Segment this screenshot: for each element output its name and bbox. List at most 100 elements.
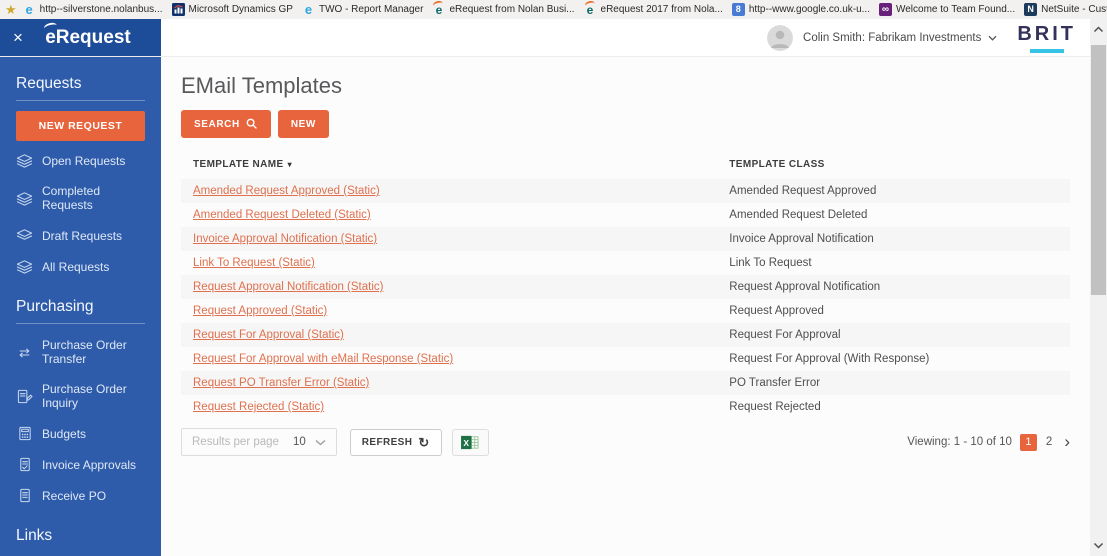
- main-content: EMail Templates SEARCH NEW TEMPLATE NAME…: [161, 57, 1090, 556]
- table-row: Invoice Approval Notification (Static) I…: [181, 227, 1070, 251]
- action-row: SEARCH NEW: [181, 110, 1070, 138]
- table-row: Request Approved (Static) Request Approv…: [181, 299, 1070, 323]
- bookmark-label: eRequest from Nolan Busi...: [449, 4, 574, 15]
- sort-descending-icon: ▾: [288, 160, 292, 169]
- pagination: Viewing: 1 - 10 of 10 1 2 ›: [907, 434, 1070, 451]
- results-per-page-control: Results per page 10: [181, 428, 337, 456]
- netsuite-icon: N: [1024, 3, 1037, 16]
- erequest-icon: e: [584, 3, 597, 16]
- table-row: Amended Request Approved (Static) Amende…: [181, 179, 1070, 203]
- app-logo: eRequest: [45, 27, 139, 49]
- new-button[interactable]: NEW: [278, 110, 329, 138]
- erequest-icon: e: [432, 3, 445, 16]
- dynamics-gp-icon: [172, 3, 185, 16]
- template-class-cell: Amended Request Deleted: [729, 209, 1058, 221]
- erequest-swoosh: [584, 0, 595, 9]
- brand-area: × eRequest: [0, 19, 161, 56]
- template-class-cell: Request For Approval (With Response): [729, 353, 1058, 365]
- search-button[interactable]: SEARCH: [181, 110, 271, 138]
- template-name-link[interactable]: Request Approval Notification (Static): [193, 281, 383, 293]
- new-request-button[interactable]: NEW REQUEST: [16, 111, 145, 141]
- transfer-arrows-icon: ⇄: [16, 345, 33, 360]
- column-header-template-name[interactable]: TEMPLATE NAME ▾: [193, 159, 729, 170]
- ie-icon: e: [23, 3, 36, 16]
- layers-icon: [16, 259, 33, 274]
- bookmark-item-erequest-2017[interactable]: e eRequest 2017 from Nola...: [584, 3, 723, 16]
- bookmark-item-team-foundation[interactable]: ∞ Welcome to Team Found...: [879, 3, 1015, 16]
- template-name-link[interactable]: Request For Approval with eMail Response…: [193, 353, 453, 365]
- sidebar-item-label: Budgets: [42, 427, 86, 441]
- template-name-link[interactable]: Amended Request Deleted (Static): [193, 209, 371, 221]
- bookmark-label: http--silverstone.nolanbus...: [40, 4, 163, 15]
- svg-text:X: X: [463, 437, 469, 447]
- excel-export-icon: X: [461, 434, 480, 451]
- template-name-link[interactable]: Request PO Transfer Error (Static): [193, 377, 369, 389]
- table-row: Amended Request Deleted (Static) Amended…: [181, 203, 1070, 227]
- bookmark-label: Welcome to Team Found...: [896, 4, 1015, 15]
- template-name-link[interactable]: Link To Request (Static): [193, 257, 315, 269]
- scrollbar: [1090, 19, 1107, 556]
- template-name-link[interactable]: Amended Request Approved (Static): [193, 185, 380, 197]
- scroll-down-icon[interactable]: [1090, 537, 1107, 553]
- sidebar-item-receive-po[interactable]: Receive PO: [16, 480, 145, 511]
- scroll-up-icon[interactable]: [1090, 21, 1107, 37]
- page-size-select[interactable]: 10: [291, 429, 336, 455]
- refresh-icon: ↻: [418, 436, 429, 449]
- bookmark-item-erequest-nolan[interactable]: e eRequest from Nolan Busi...: [432, 3, 574, 16]
- brit-logo: BRIT: [1015, 23, 1078, 53]
- user-menu[interactable]: Colin Smith: Fabrikam Investments: [803, 32, 997, 44]
- template-class-cell: Request For Approval: [729, 329, 1058, 341]
- sidebar-item-invoice-approvals[interactable]: Invoice Approvals: [16, 449, 145, 480]
- templates-table: TEMPLATE NAME ▾ TEMPLATE CLASS Amended R…: [181, 153, 1070, 456]
- screen: ★ e http--silverstone.nolanbus... Micros…: [0, 0, 1107, 556]
- sidebar-item-budgets[interactable]: Budgets: [16, 418, 145, 449]
- sidebar-item-draft-requests[interactable]: Draft Requests: [16, 220, 145, 251]
- template-class-cell: Request Approval Notification: [729, 281, 1058, 293]
- layers-icon: [16, 153, 33, 168]
- bookmark-item-netsuite[interactable]: N NetSuite - Customer Login: [1024, 3, 1107, 16]
- refresh-button[interactable]: REFRESH ↻: [350, 429, 442, 456]
- close-icon[interactable]: ×: [13, 29, 23, 46]
- column-header-template-class[interactable]: TEMPLATE CLASS: [729, 159, 1058, 170]
- next-page-icon[interactable]: ›: [1061, 435, 1070, 449]
- template-name-link[interactable]: Invoice Approval Notification (Static): [193, 233, 377, 245]
- export-excel-button[interactable]: X: [452, 429, 489, 456]
- bookmark-item-report-manager[interactable]: e TWO - Report Manager: [302, 3, 423, 16]
- bookmark-item-silverstone[interactable]: e http--silverstone.nolanbus...: [23, 3, 163, 16]
- template-class-cell: Request Approved: [729, 305, 1058, 317]
- google-icon: 8: [732, 3, 745, 16]
- scrollbar-thumb[interactable]: [1091, 45, 1106, 295]
- bookmark-label: http--www.google.co.uk-u...: [749, 4, 870, 15]
- page-button-1[interactable]: 1: [1020, 434, 1037, 451]
- chevron-down-icon: [315, 439, 326, 446]
- template-class-cell: Invoice Approval Notification: [729, 233, 1058, 245]
- viewing-status: Viewing: 1 - 10 of 10: [907, 436, 1012, 448]
- bookmark-item-google[interactable]: 8 http--www.google.co.uk-u...: [732, 3, 870, 16]
- table-row: Request PO Transfer Error (Static) PO Tr…: [181, 371, 1070, 395]
- page-button-2[interactable]: 2: [1045, 436, 1053, 448]
- sidebar-item-all-requests[interactable]: All Requests: [16, 251, 145, 282]
- user-menu-label: Colin Smith: Fabrikam Investments: [803, 32, 981, 44]
- erequest-swoosh: [433, 0, 444, 9]
- table-row: Request For Approval with eMail Response…: [181, 347, 1070, 371]
- template-name-link[interactable]: Request Rejected (Static): [193, 401, 324, 413]
- app-header: × eRequest Colin Smith: Fabrikam Investm…: [0, 19, 1090, 57]
- ie-icon: e: [302, 3, 315, 16]
- bookmark-item-dynamics-gp[interactable]: Microsoft Dynamics GP: [172, 3, 293, 16]
- sidebar-item-purchase-order-inquiry[interactable]: Purchase Order Inquiry: [16, 374, 145, 418]
- results-per-page-label: Results per page: [182, 429, 291, 455]
- sidebar-item-purchase-order-transfer[interactable]: ⇄ Purchase Order Transfer: [16, 330, 145, 374]
- template-class-cell: PO Transfer Error: [729, 377, 1058, 389]
- sidebar-item-completed-requests[interactable]: Completed Requests: [16, 176, 145, 220]
- table-row: Request Approval Notification (Static) R…: [181, 275, 1070, 299]
- sidebar-item-open-requests[interactable]: Open Requests: [16, 145, 145, 176]
- template-name-link[interactable]: Request For Approval (Static): [193, 329, 344, 341]
- sidebar-item-label: Open Requests: [42, 154, 125, 168]
- template-name-link[interactable]: Request Approved (Static): [193, 305, 327, 317]
- sidebar-item-label: Invoice Approvals: [42, 458, 136, 472]
- bookmark-label: TWO - Report Manager: [319, 4, 423, 15]
- favorites-star-icon[interactable]: ★: [5, 3, 17, 16]
- search-icon: [246, 118, 258, 130]
- sidebar-item-label: Receive PO: [42, 489, 106, 503]
- document-check-icon: [16, 457, 33, 472]
